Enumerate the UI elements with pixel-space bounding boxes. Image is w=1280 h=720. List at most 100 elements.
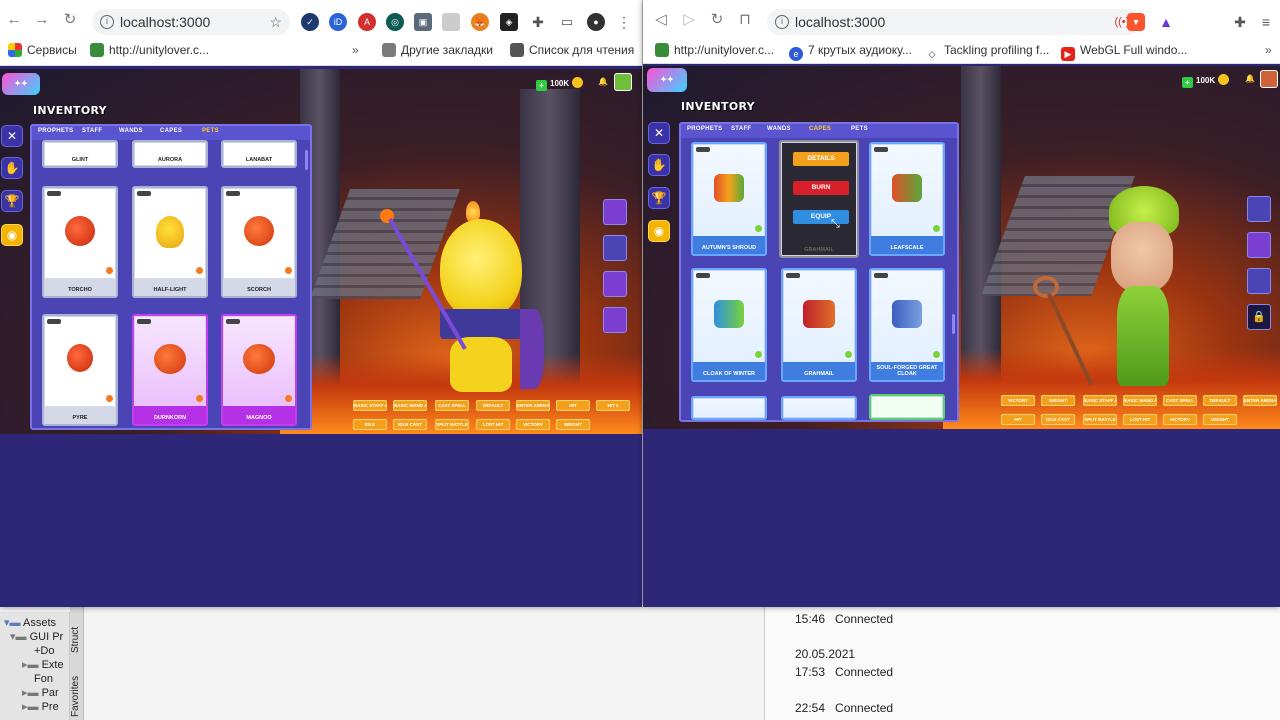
assets-folder[interactable]: ▸▬ Par <box>0 686 69 700</box>
notification-icon[interactable]: 🔔 <box>1245 74 1255 83</box>
equip-slot-cape[interactable] <box>603 271 627 297</box>
anim-button[interactable]: DEFAULT <box>1203 395 1237 406</box>
extension-adblock-icon[interactable]: A <box>358 13 376 31</box>
menu-dots-icon[interactable]: ⋮ <box>615 13 633 31</box>
bookmark-star-icon[interactable]: ☆ <box>269 9 282 35</box>
cape-card[interactable] <box>869 394 945 420</box>
equip-slot-pet[interactable] <box>603 307 627 333</box>
equip-slot-cape[interactable] <box>1247 268 1271 294</box>
anim-button[interactable]: VICTORY <box>1163 414 1197 425</box>
pet-icon[interactable]: ◉ <box>648 220 670 242</box>
pet-card[interactable]: TORCHO <box>42 186 118 298</box>
back-icon[interactable]: ◁ <box>651 10 671 30</box>
bookmark-other[interactable]: Другие закладки <box>382 40 493 60</box>
anim-button[interactable]: ENTER ARENA POSTER <box>1243 395 1277 406</box>
anim-button[interactable]: BASIC STAFF ATTACK <box>353 400 387 411</box>
extension-icon[interactable]: ▣ <box>414 13 432 31</box>
pet-icon[interactable]: ◉ <box>1 224 23 246</box>
bookmarks-overflow-icon[interactable]: » <box>1265 40 1272 60</box>
reload-icon[interactable]: ↻ <box>707 10 727 30</box>
forward-icon[interactable]: ▷ <box>679 10 699 30</box>
assets-folder[interactable]: ▾▬ GUI Pr <box>0 630 69 644</box>
pet-card[interactable]: HALF-LIGHT <box>132 186 208 298</box>
bookmarks-overflow-icon[interactable]: » <box>352 40 359 60</box>
reload-icon[interactable]: ↻ <box>60 10 80 30</box>
equip-slot-staff[interactable] <box>1247 196 1271 222</box>
info-icon[interactable]: i <box>100 15 114 29</box>
equip-button[interactable]: EQUIP <box>793 210 849 224</box>
equip-slot-wand[interactable] <box>603 235 627 261</box>
close-button[interactable]: ✕ <box>648 122 670 144</box>
pet-card[interactable]: PYRE <box>42 314 118 426</box>
equip-slot-wand[interactable] <box>1247 232 1271 258</box>
lock-icon[interactable]: 🔒 <box>1247 304 1271 330</box>
trophy-icon[interactable]: 🏆 <box>648 187 670 209</box>
anim-button[interactable]: ENTER ARENA POSTER <box>516 400 550 411</box>
anim-button[interactable]: VICTORY <box>1001 395 1035 406</box>
pet-card[interactable]: MAGNOO <box>221 314 297 426</box>
extensions-puzzle-icon[interactable]: ✚ <box>529 13 547 31</box>
pet-card[interactable]: DURNKORN <box>132 314 208 426</box>
anim-button[interactable]: SPLIT BATTLE <box>435 419 469 430</box>
assets-root[interactable]: ▾▬ Assets <box>0 616 69 630</box>
tab-pets[interactable]: PETS <box>851 126 868 132</box>
menu-icon[interactable]: ≡ <box>1257 13 1275 31</box>
tab-wands[interactable]: WANDS <box>119 128 143 134</box>
tab-wands[interactable]: WANDS <box>767 126 791 132</box>
anim-button[interactable]: IDLE CAST <box>393 419 427 430</box>
bookmark-profiling[interactable]: ◇ Tackling profiling f... <box>925 40 1050 60</box>
game-canvas[interactable]: ✦✦ INVENTORY +100K 🔔 ✕ ✋ 🏆 ◉ PROPHETS ST… <box>643 66 1280 429</box>
anim-button[interactable]: BASIC WAND ATTACK <box>1123 395 1157 406</box>
profile-avatar[interactable]: ● <box>587 13 605 31</box>
cape-card[interactable]: AUTUMN'S SHROUD <box>691 142 767 256</box>
side-tab-structure[interactable]: Struct <box>70 627 81 653</box>
pet-card[interactable]: GLINT <box>42 140 118 168</box>
cape-card[interactable]: LEAFSCALE <box>869 142 945 256</box>
anim-button[interactable]: DEFAULT <box>476 400 510 411</box>
avatar[interactable] <box>1260 70 1278 88</box>
tab-staff[interactable]: STAFF <box>731 126 751 132</box>
assets-folder[interactable]: +Do <box>0 644 69 658</box>
tab-capes[interactable]: CAPES <box>160 128 182 134</box>
anim-button[interactable]: LOST HIT <box>1123 414 1157 425</box>
inventory-scrollbar[interactable] <box>305 150 308 170</box>
extension-icon[interactable]: ◈ <box>500 13 518 31</box>
anim-button[interactable]: BASIC STAFF ATTACK <box>1083 395 1117 406</box>
cape-card[interactable]: SOUL-FORGED GREAT CLOAK <box>869 268 945 382</box>
extension-check-icon[interactable]: ✓ <box>301 13 319 31</box>
pet-card[interactable]: AURORA <box>132 140 208 168</box>
hand-icon[interactable]: ✋ <box>648 154 670 176</box>
bookmark-icon[interactable]: ⊓ <box>735 10 755 30</box>
tab-prophets[interactable]: PROPHETS <box>687 126 722 132</box>
game-canvas[interactable]: ✦✦ INVENTORY +100K 🔔 ✕ ✋ 🏆 ◉ PROPHETS ST… <box>0 69 642 434</box>
pet-card[interactable]: LANABAT <box>221 140 297 168</box>
anim-button[interactable]: WEIGHT <box>556 419 590 430</box>
inventory-scrollbar[interactable] <box>952 314 955 334</box>
bookmark-services[interactable]: Сервисы <box>8 40 77 60</box>
info-icon[interactable]: i <box>775 15 789 29</box>
trophy-icon[interactable]: 🏆 <box>1 190 23 212</box>
side-tab-favorites[interactable]: Favorites <box>70 676 81 717</box>
bookmark-reading-list[interactable]: Список для чтения <box>510 40 634 60</box>
bookmark-audiobooks[interactable]: e7 крутых аудиоку... <box>789 40 912 61</box>
address-bar[interactable]: i localhost:3000 ((•)) <box>767 9 1141 35</box>
extension-id-icon[interactable]: iD <box>329 13 347 31</box>
anim-button[interactable]: CAST SPELL <box>1163 395 1197 406</box>
tab-prophets[interactable]: PROPHETS <box>38 128 73 134</box>
hand-icon[interactable]: ✋ <box>1 157 23 179</box>
close-button[interactable]: ✕ <box>1 125 23 147</box>
anim-button[interactable]: BASIC WAND ATTACK <box>393 400 427 411</box>
anim-button[interactable]: LOST HIT <box>476 419 510 430</box>
cape-card[interactable]: CLOAK OF WINTER <box>691 268 767 382</box>
anim-button[interactable]: VICTORY <box>516 419 550 430</box>
anim-button[interactable]: SPLIT BATTLE <box>1083 414 1117 425</box>
brave-rewards-icon[interactable]: ▲ <box>1157 13 1175 31</box>
cape-card[interactable] <box>781 396 857 420</box>
tab-staff[interactable]: STAFF <box>82 128 102 134</box>
anim-button[interactable]: CAST SPELL <box>435 400 469 411</box>
equip-slot-staff[interactable] <box>603 199 627 225</box>
forward-icon[interactable]: → <box>32 10 52 30</box>
anim-button[interactable]: IDLE <box>353 419 387 430</box>
details-button[interactable]: DETAILS <box>793 152 849 166</box>
burn-button[interactable]: BURN <box>793 181 849 195</box>
